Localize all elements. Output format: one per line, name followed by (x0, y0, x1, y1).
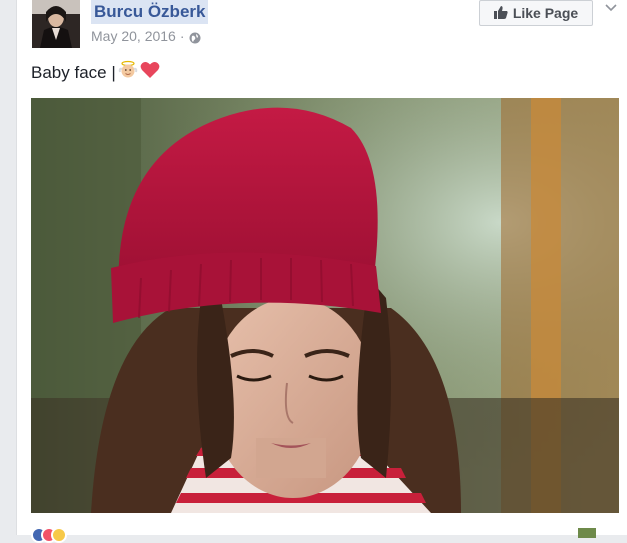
post-photo[interactable] (31, 98, 619, 513)
red-heart-emoji (140, 61, 160, 86)
like-page-label: Like Page (512, 5, 579, 21)
meta-separator: · (179, 28, 185, 44)
post-meta: May 20, 2016 · (91, 27, 201, 45)
baby-angel-emoji (118, 60, 138, 87)
author-name-link[interactable]: Burcu Özberk (91, 0, 209, 24)
post-options-chevron-down-icon[interactable] (603, 1, 619, 15)
profile-avatar[interactable] (32, 0, 80, 48)
thumbs-up-icon (493, 5, 508, 22)
commenter-thumbnail[interactable] (578, 528, 596, 538)
globe-icon[interactable] (189, 30, 201, 44)
post-text: Baby face | (31, 60, 160, 87)
post-caption: Baby face | (31, 63, 116, 82)
post-date[interactable]: May 20, 2016 (91, 27, 176, 45)
feed-gutter (0, 0, 16, 535)
like-page-button[interactable]: Like Page (479, 0, 593, 26)
reaction-icons[interactable] (31, 527, 67, 543)
haha-reaction-icon (51, 527, 67, 543)
